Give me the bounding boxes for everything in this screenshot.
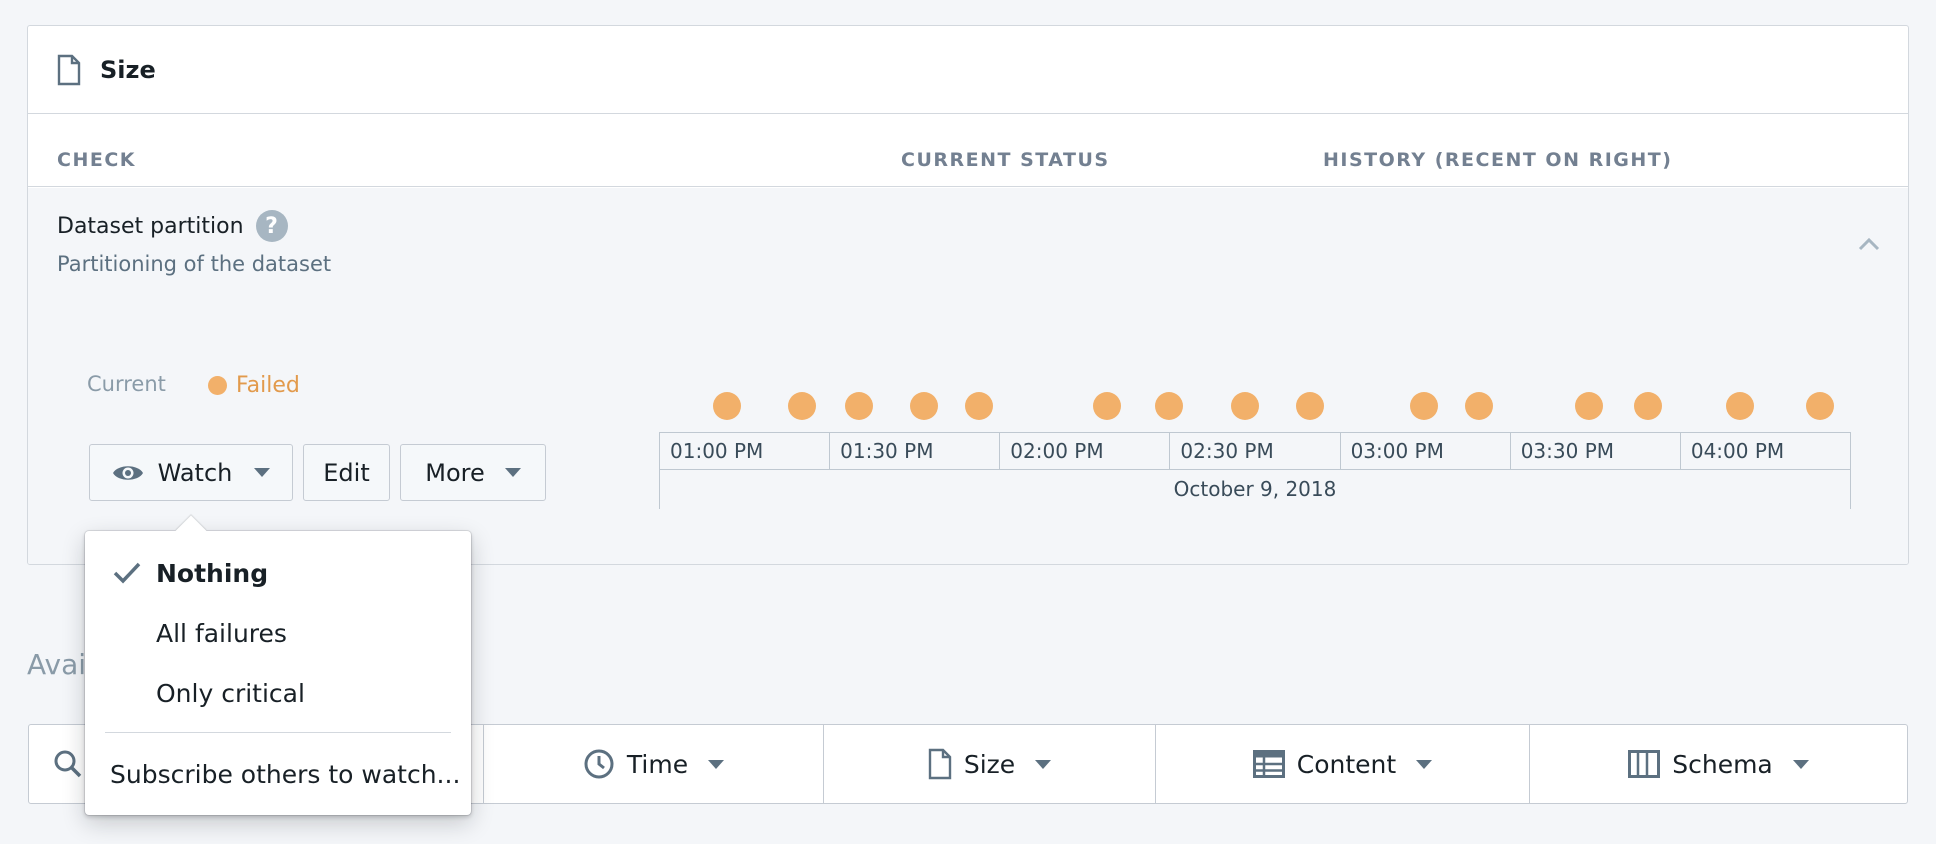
check-description: Partitioning of the dataset [57, 252, 332, 276]
watch-button[interactable]: Watch [89, 444, 293, 501]
search-icon [53, 749, 83, 779]
history-run-dot[interactable] [1575, 392, 1603, 420]
card-title: Size [100, 55, 156, 84]
timeline-tick: 02:00 PM [1000, 433, 1171, 469]
available-checks-heading: Avai [27, 648, 87, 681]
watch-menu-popover: Nothing All failures Only critical Subsc… [85, 515, 471, 815]
caret-down-icon [254, 468, 271, 477]
filter-content[interactable]: Content [1156, 725, 1530, 803]
history-timeline: 01:00 PM 01:30 PM 02:00 PM 02:30 PM 03:00 PM… [659, 432, 1851, 509]
history-run-dot[interactable] [965, 392, 993, 420]
status-text: Failed [236, 373, 300, 398]
timeline-ticks: 01:00 PM 01:30 PM 02:00 PM 02:30 PM 03:00 PM… [659, 432, 1851, 470]
columns-icon [1628, 750, 1661, 778]
history-run-dot[interactable] [788, 392, 816, 420]
chevron-up-icon[interactable] [1858, 236, 1880, 255]
timeline-tick: 03:00 PM [1341, 433, 1511, 469]
history-run-dot[interactable] [1296, 392, 1324, 420]
history-run-dot[interactable] [713, 392, 741, 420]
status-dot [208, 376, 227, 395]
column-header-current-status: CURRENT STATUS [901, 149, 1110, 171]
check-name-label: Dataset partition [57, 213, 244, 239]
history-run-dot[interactable] [1231, 392, 1259, 420]
history-run-dot[interactable] [1634, 392, 1662, 420]
column-headers: CHECK CURRENT STATUS HISTORY (RECENT ON … [28, 114, 1908, 187]
timeline-tick: 03:30 PM [1511, 433, 1681, 469]
timeline-date: October 9, 2018 [659, 470, 1851, 509]
history-run-dot[interactable] [1806, 392, 1834, 420]
timeline-tick: 04:00 PM [1690, 439, 1785, 463]
filter-size-label: Size [963, 749, 1016, 779]
check-row: Dataset partition ? Partitioning of the … [28, 188, 1908, 564]
check-group-card: Size CHECK CURRENT STATUS HISTORY (RECEN… [27, 25, 1909, 565]
history-run-dot[interactable] [1155, 392, 1183, 420]
filter-time[interactable]: Time [484, 725, 824, 803]
history-run-dot[interactable] [1465, 392, 1493, 420]
watch-option-only-critical[interactable]: Only critical [85, 679, 471, 708]
card-header: Size [28, 26, 1908, 114]
watch-option-nothing-label: Nothing [156, 559, 269, 588]
file-icon [57, 54, 81, 86]
timeline-tick: 01:00 PM [660, 433, 831, 469]
edit-button[interactable]: Edit [303, 444, 390, 501]
watch-option-nothing[interactable]: Nothing [85, 559, 471, 588]
check-icon [112, 561, 142, 591]
filter-content-label: Content [1296, 749, 1397, 779]
file-icon [928, 748, 952, 780]
history-run-dot[interactable] [1093, 392, 1121, 420]
column-header-history: HISTORY (RECENT ON RIGHT) [1323, 149, 1673, 171]
eye-icon [112, 462, 144, 484]
caret-down-icon [1416, 759, 1433, 769]
current-label: Current [87, 372, 166, 396]
table-icon [1252, 750, 1285, 778]
status-badge: Failed [208, 373, 300, 398]
caret-down-icon [708, 759, 725, 769]
filter-size[interactable]: Size [824, 725, 1156, 803]
filter-schema[interactable]: Schema [1530, 725, 1907, 803]
menu-divider [105, 732, 451, 733]
more-button[interactable]: More [400, 444, 546, 501]
caret-down-icon [1792, 759, 1809, 769]
timeline-tick: 02:30 PM [1170, 433, 1341, 469]
caret-down-icon [1035, 759, 1052, 769]
history-run-dot[interactable] [1726, 392, 1754, 420]
history-run-dot[interactable] [1410, 392, 1438, 420]
timeline-tick: 01:30 PM [830, 433, 1001, 469]
help-icon[interactable]: ? [255, 210, 288, 242]
caret-down-icon [504, 468, 521, 477]
history-run-dot[interactable] [910, 392, 938, 420]
check-name: Dataset partition ? [57, 210, 288, 242]
subscribe-others-button[interactable]: Subscribe others to watch... [85, 760, 471, 789]
clock-icon [583, 748, 615, 780]
filter-schema-label: Schema [1672, 749, 1773, 779]
more-button-label: More [425, 458, 485, 487]
filter-time-label: Time [626, 749, 689, 779]
history-run-dot[interactable] [845, 392, 873, 420]
watch-button-label: Watch [157, 458, 233, 487]
watch-option-all-failures[interactable]: All failures [85, 619, 471, 648]
column-header-check: CHECK [57, 149, 136, 171]
